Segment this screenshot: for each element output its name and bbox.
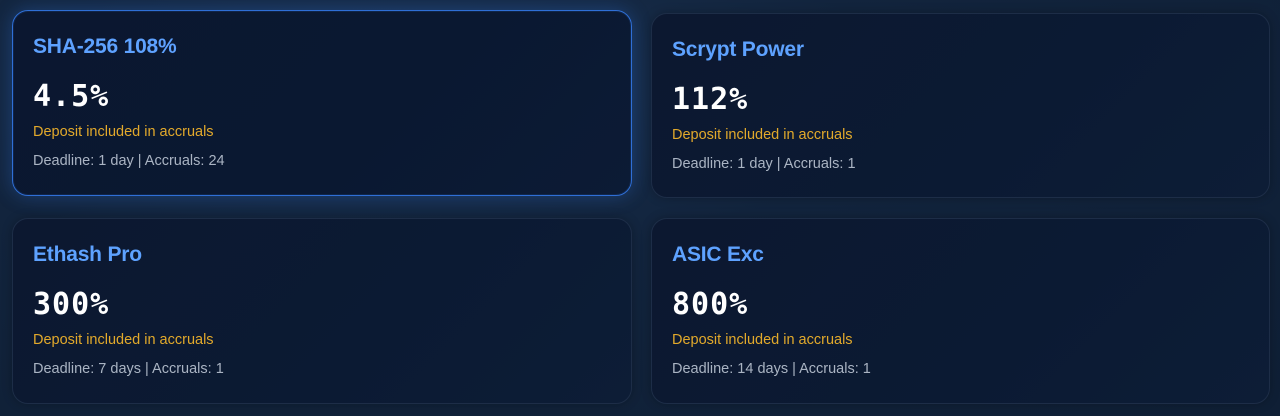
plan-title: Scrypt Power (672, 38, 804, 61)
plan-title: Ethash Pro (33, 243, 142, 266)
plans-grid: SHA-256 108% 4.5% Deposit included in ac… (12, 10, 1270, 404)
plan-meta: Deadline: 7 days | Accruals: 1 (33, 361, 224, 377)
plan-rate: 300% (33, 287, 110, 322)
plan-card-asic[interactable]: ASIC Exc 800% Deposit included in accrua… (651, 218, 1270, 404)
plan-title: ASIC Exc (672, 243, 764, 266)
plan-card-ethash[interactable]: Ethash Pro 300% Deposit included in accr… (12, 218, 632, 404)
plan-deposit-note: Deposit included in accruals (33, 124, 214, 140)
plan-rate: 4.5% (33, 79, 110, 114)
plan-title: SHA-256 108% (33, 35, 177, 58)
plan-card-scrypt[interactable]: Scrypt Power 112% Deposit included in ac… (651, 13, 1270, 198)
plan-meta: Deadline: 14 days | Accruals: 1 (672, 361, 871, 377)
plan-deposit-note: Deposit included in accruals (672, 127, 853, 143)
plan-deposit-note: Deposit included in accruals (33, 332, 214, 348)
plan-meta: Deadline: 1 day | Accruals: 24 (33, 153, 225, 169)
plan-meta: Deadline: 1 day | Accruals: 1 (672, 156, 856, 172)
plan-rate: 800% (672, 287, 749, 322)
plan-deposit-note: Deposit included in accruals (672, 332, 853, 348)
plan-rate: 112% (672, 82, 749, 117)
plan-card-sha256[interactable]: SHA-256 108% 4.5% Deposit included in ac… (12, 10, 632, 196)
